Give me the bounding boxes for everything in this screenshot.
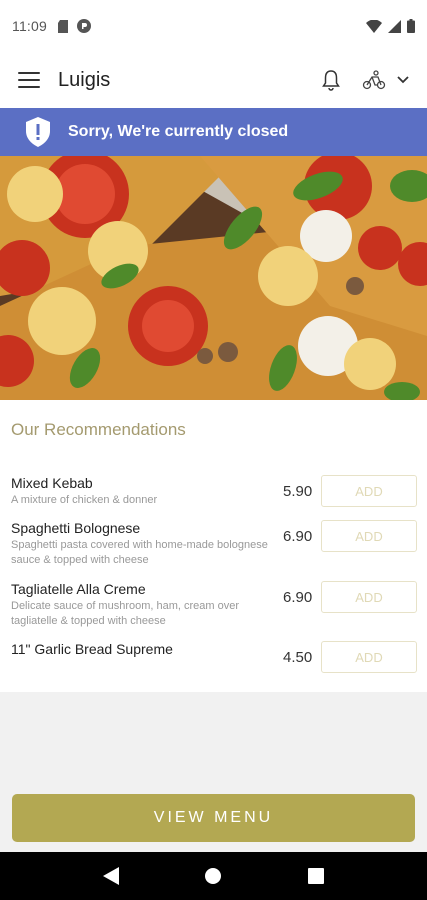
item-price: 5.90 [283, 483, 313, 500]
empty-area [0, 692, 427, 784]
shield-alert-icon [26, 117, 50, 147]
chevron-down-icon [397, 76, 409, 84]
signal-icon [388, 19, 401, 33]
closed-message: Sorry, We're currently closed [68, 123, 289, 140]
item-description: A mixture of chicken & donner [11, 494, 158, 506]
system-nav-bar [0, 852, 427, 900]
menu-item: Mixed Kebab A mixture of chicken & donne… [11, 475, 417, 508]
add-button[interactable]: ADD [321, 641, 417, 673]
wifi-icon [366, 19, 382, 33]
menu-item: Tagliatelle Alla Creme Delicate sauce of… [11, 581, 417, 629]
recents-icon[interactable] [308, 868, 325, 884]
item-price: 6.90 [283, 528, 313, 545]
back-icon[interactable] [102, 867, 119, 885]
restaurant-title: Luigis [58, 68, 111, 91]
section-title: Our Recommendations [11, 420, 186, 439]
status-bar: 11:09 [0, 0, 427, 52]
home-icon[interactable] [204, 867, 222, 885]
menu-item: Spaghetti Bolognese Spaghetti pasta cove… [11, 520, 417, 568]
closed-banner: Sorry, We're currently closed [0, 108, 427, 156]
app-notification-icon [77, 19, 91, 33]
menu-item: 11" Garlic Bread Supreme 4.50 ADD [11, 641, 417, 673]
item-description: Spaghetti pasta covered with home-made b… [11, 539, 268, 566]
item-price: 6.90 [283, 589, 313, 606]
menu-icon[interactable] [18, 72, 40, 88]
hero-image [0, 156, 427, 400]
recommendations-section: Our Recommendations Mixed Kebab A mixtur… [0, 400, 427, 692]
status-time: 11:09 [12, 18, 47, 34]
item-description: Delicate sauce of mushroom, ham, cream o… [11, 600, 240, 627]
bottom-bar: VIEW MENU [0, 784, 427, 852]
bell-icon[interactable] [321, 69, 341, 91]
add-button[interactable]: ADD [321, 581, 417, 613]
item-price: 4.50 [283, 649, 313, 666]
add-button[interactable]: ADD [321, 475, 417, 507]
delivery-selector[interactable] [361, 70, 409, 90]
app-header: Luigis [0, 52, 427, 108]
view-menu-button[interactable]: VIEW MENU [12, 794, 415, 842]
delivery-icon [362, 70, 386, 90]
add-button[interactable]: ADD [321, 520, 417, 552]
battery-icon [407, 19, 415, 33]
sd-card-icon [58, 19, 68, 33]
